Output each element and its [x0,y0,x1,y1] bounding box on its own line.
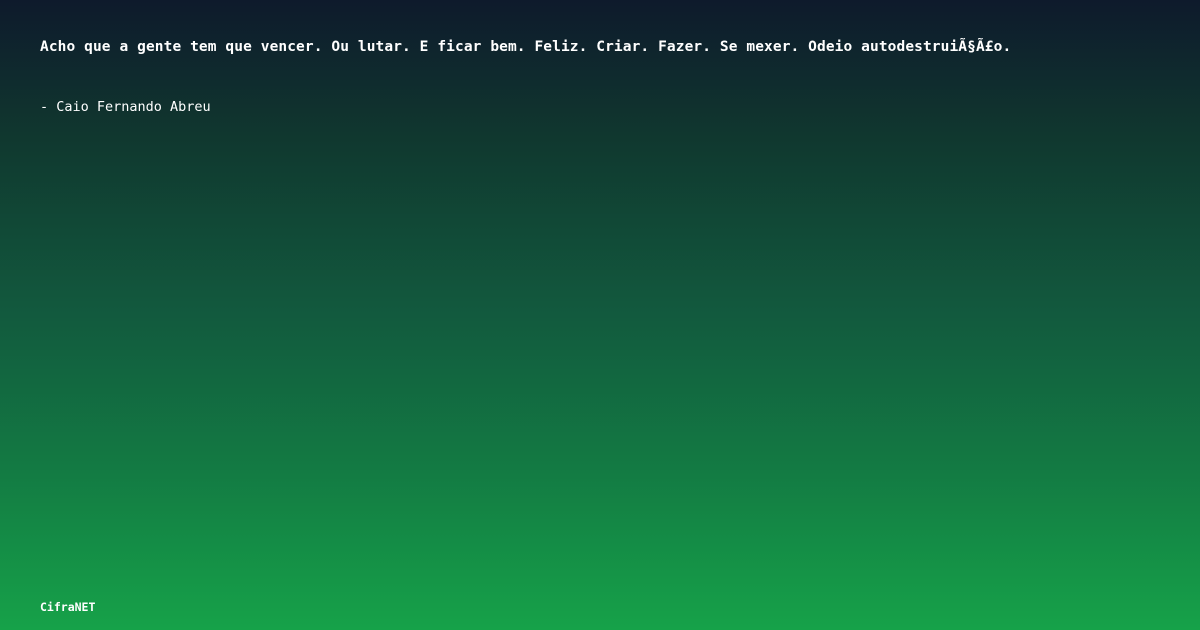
quote-card: Acho que a gente tem que vencer. Ou luta… [0,0,1200,630]
quote-author: - Caio Fernando Abreu [40,99,211,115]
brand-logo-text: CifraNET [40,600,96,614]
quote-text: Acho que a gente tem que vencer. Ou luta… [40,39,1012,55]
